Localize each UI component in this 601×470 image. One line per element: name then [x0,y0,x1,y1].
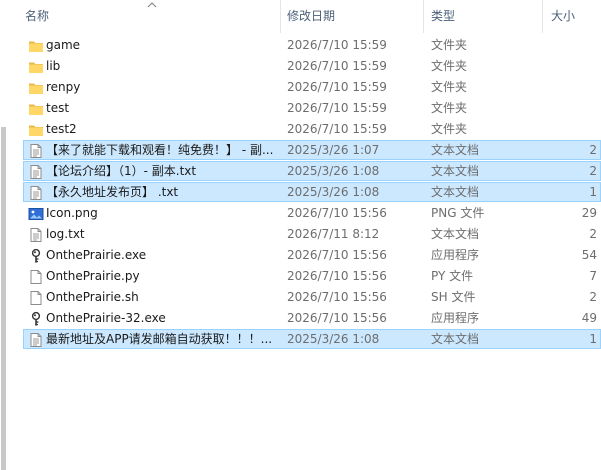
file-row[interactable]: lib 2026/7/10 15:59 文件夹 [23,56,601,76]
file-modified-date: 2026/7/10 15:56 [287,290,387,304]
file-modified-date: 2026/7/10 15:59 [287,38,387,52]
blank-file-icon [28,269,44,285]
file-name: 【永久地址发布页】 .txt [46,185,179,199]
blank-file-icon [28,290,44,306]
file-size: 2 [589,290,597,304]
file-size: 2 [589,143,597,157]
file-type: 文件夹 [431,122,468,136]
file-size: 29 [581,206,597,220]
column-header-type[interactable]: 类型 [423,0,541,33]
file-name: 【来了就能下载和观看！纯免费！】 - 副... [46,143,274,157]
file-modified-date: 2025/3/26 1:08 [287,332,380,346]
file-type: 文本文档 [431,143,480,157]
file-row[interactable]: 【永久地址发布页】 .txt 2025/3/26 1:08 文本文档 1 [23,182,601,202]
file-modified-date: 2025/3/26 1:08 [287,164,380,178]
text-file-icon [28,185,44,201]
file-modified-date: 2025/3/26 1:08 [287,185,380,199]
text-file-icon [28,332,44,348]
folder-icon [28,59,44,75]
file-row[interactable]: test 2026/7/10 15:59 文件夹 [23,98,601,118]
file-size [544,78,597,98]
file-modified-date: 2026/7/11 8:12 [287,227,380,241]
file-modified-date: 2026/7/10 15:56 [287,269,387,283]
image-file-icon [28,206,44,222]
file-modified-date: 2025/3/26 1:07 [287,143,380,157]
file-modified-date: 2026/7/10 15:59 [287,59,387,73]
file-name: 最新地址及APP请发邮箱自动获取！！！... [46,332,273,346]
file-row[interactable]: log.txt 2026/7/11 8:12 文本文档 2 [23,224,601,244]
scrollbar-thumb[interactable] [1,127,6,470]
file-row[interactable]: 【论坛介绍】（1）- 副本.txt 2025/3/26 1:08 文本文档 2 [23,161,601,181]
file-row[interactable]: OnthePrairie.sh 2026/7/10 15:56 SH 文件 2 [23,287,601,307]
file-type: PNG 文件 [431,206,485,220]
file-type: SH 文件 [431,290,476,304]
file-type: 应用程序 [431,311,480,325]
left-scrollbar[interactable] [0,0,9,470]
folder-icon [28,101,44,117]
file-modified-date: 2026/7/10 15:59 [287,80,387,94]
file-modified-date: 2026/7/10 15:56 [287,206,387,220]
file-size: 1 [589,185,597,199]
file-row[interactable]: OnthePrairie.exe 2026/7/10 15:56 应用程序 54 [23,245,601,265]
file-row[interactable]: OnthePrairie-32.exe 2026/7/10 15:56 应用程序 49 [23,308,601,328]
file-type: 文件夹 [431,59,468,73]
file-size: 2 [589,164,597,178]
file-modified-date: 2026/7/10 15:59 [287,122,387,136]
file-name: lib [46,59,61,73]
file-size [544,99,597,119]
text-file-icon [28,143,44,159]
file-name: 【论坛介绍】（1）- 副本.txt [46,164,197,178]
file-size [544,120,597,140]
file-type: 文件夹 [431,101,468,115]
column-header-bar: 名称 修改日期 类型 大小 [9,0,601,33]
folder-icon [28,80,44,96]
file-name: OnthePrairie.sh [46,290,139,304]
file-modified-date: 2026/7/10 15:56 [287,311,387,325]
file-type: 应用程序 [431,248,480,262]
file-row[interactable]: 【来了就能下载和观看！纯免费！】 - 副... 2025/3/26 1:07 文本文… [23,140,601,160]
text-file-icon [28,164,44,180]
file-name: log.txt [46,227,85,241]
file-name: Icon.png [46,206,98,220]
file-size: 1 [589,332,597,346]
exe-app-icon [28,248,44,264]
file-name: game [46,38,81,52]
folder-icon [28,38,44,54]
file-row[interactable]: test2 2026/7/10 15:59 文件夹 [23,119,601,139]
file-size: 7 [589,269,597,283]
file-size: 54 [581,248,597,262]
file-name: renpy [46,80,81,94]
file-name: OnthePrairie-32.exe [46,311,166,325]
file-type: 文件夹 [431,80,468,94]
file-size: 2 [589,227,597,241]
file-modified-date: 2026/7/10 15:56 [287,248,387,262]
file-name: test [46,101,70,115]
file-type: 文本文档 [431,185,480,199]
file-type: PY 文件 [431,269,474,283]
column-header-size[interactable]: 大小 [542,0,601,33]
file-row[interactable]: 最新地址及APP请发邮箱自动获取！！！... 2025/3/26 1:08 文本文档… [23,329,601,349]
file-type: 文本文档 [431,164,480,178]
column-header-date[interactable]: 修改日期 [280,0,423,33]
file-type: 文件夹 [431,38,468,52]
file-row[interactable]: renpy 2026/7/10 15:59 文件夹 [23,77,601,97]
text-file-icon [28,227,44,243]
file-size: 49 [581,311,597,325]
file-size [544,36,597,56]
file-type: 文本文档 [431,227,480,241]
exe-app-icon [28,311,44,327]
file-type: 文本文档 [431,332,480,346]
file-modified-date: 2026/7/10 15:59 [287,101,387,115]
file-name: test2 [46,122,77,136]
file-size [544,57,597,77]
file-row[interactable]: Icon.png 2026/7/10 15:56 PNG 文件 29 [23,203,601,223]
file-name: OnthePrairie.py [46,269,140,283]
column-header-name[interactable]: 名称 [25,0,275,33]
folder-icon [28,122,44,138]
file-row[interactable]: OnthePrairie.py 2026/7/10 15:56 PY 文件 7 [23,266,601,286]
file-row[interactable]: game 2026/7/10 15:59 文件夹 [23,35,601,55]
file-name: OnthePrairie.exe [46,248,147,262]
